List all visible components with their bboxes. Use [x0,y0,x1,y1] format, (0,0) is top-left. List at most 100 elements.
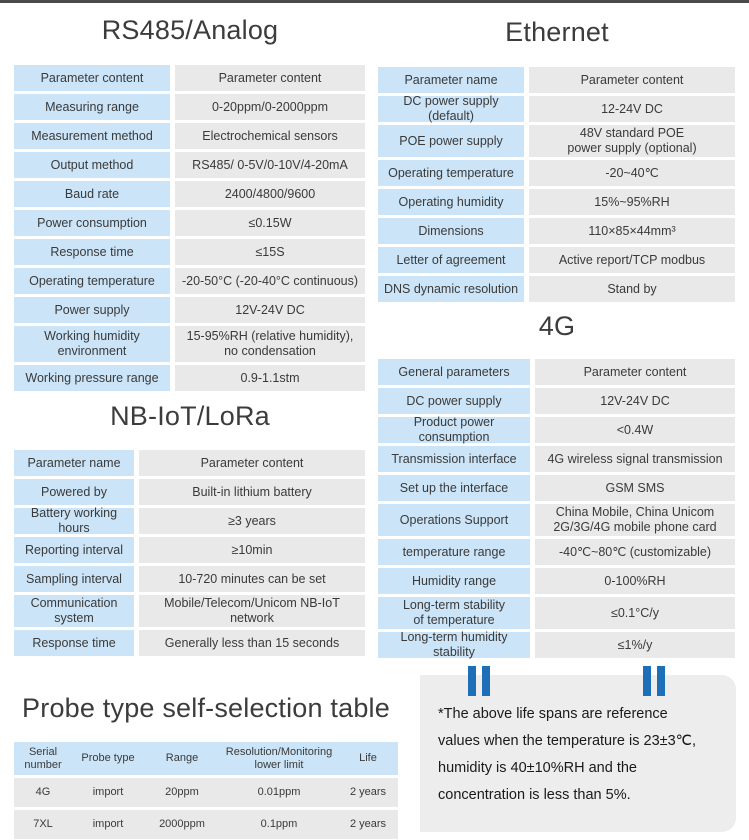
param-value-line2: power supply (optional) [567,141,697,155]
cell-range: 20ppm [165,786,199,799]
table-row: Operating temperature -20~40℃ [378,160,735,186]
section-title-probe: Probe type self-selection table [22,693,390,723]
param-key-line2: environment [57,344,127,358]
param-value: China Mobile, China Unicom 2G/3G/4G mobi… [535,504,735,536]
param-key: Baud rate [14,181,170,207]
param-key: Dimensions [378,218,524,244]
reference-note-card: *The above life spans are reference valu… [420,675,736,832]
param-value: ≤0.1°C/y [535,597,735,629]
param-value-line1: China Mobile, China Unicom [555,505,715,520]
section-title-rs485: RS485/Analog [101,15,279,45]
cell-resolution: 0.01ppm [257,786,301,799]
table-row: POE power supply 48V standard POE power … [378,125,735,157]
table-row: Operating humidity 15%~95%RH [378,189,735,215]
spec-table-ethernet: Parameter name Parameter content DC powe… [378,67,735,302]
param-key: Response time [14,630,134,656]
param-key: DNS dynamic resolution [378,276,524,302]
param-key: DC power supply [378,388,530,414]
param-key: temperature range [378,539,530,565]
param-value: Generally less than 15 seconds [139,630,365,656]
table-row: Set up the interface GSM SMS [378,475,735,501]
table-row: Power consumption ≤0.15W [14,210,365,236]
param-key-line1: Long-term stability [402,598,506,613]
column-header-probe-type: Probe type [81,752,135,765]
cell-serial-number: 4G [35,786,51,799]
spec-sheet-page: RS485/Analog Parameter content Parameter… [0,3,749,840]
param-key: POE power supply [378,125,524,157]
probe-type-table: Serial number Probe type Range Resolutio… [14,742,398,839]
param-key: Humidity range [378,568,530,594]
param-value: 10-720 minutes can be set [139,566,365,592]
param-value: ≥10min [139,537,365,563]
table-row: Battery working hours ≥3 years [14,506,365,535]
param-key: Working pressure range [14,365,170,391]
section-title-ethernet: Ethernet [505,17,609,47]
param-value: Mobile/Telecom/Unicom NB-IoT network [139,595,365,627]
param-key: Transmission interface [378,446,530,472]
param-key: Reporting interval [14,537,134,563]
param-value: 15%~95%RH [529,189,735,215]
param-value-line1: 48V standard POE [579,126,685,141]
param-value: -40℃~80℃ (customizable) [535,539,735,565]
table-row: Communication system Mobile/Telecom/Unic… [14,595,365,627]
column-header-resolution-line1: Resolution/Monitoring [225,745,333,758]
param-value: 12V-24V DC [175,297,365,323]
spec-table-nbiot: Parameter name Parameter content Powered… [14,450,365,656]
param-value-line2: 2G/3G/4G mobile phone card [553,520,717,534]
column-header-resolution: Resolution/Monitoring lower limit [220,742,338,775]
table-row: Output method RS485/ 0-5V/0-10V/4-20mA [14,152,365,178]
param-value: -20~40℃ [529,160,735,186]
param-key: Parameter name [14,450,134,476]
table-row: Power supply 12V-24V DC [14,297,365,323]
note-line-2: values when the temperature is 23±3℃, [438,732,696,749]
param-value: Electrochemical sensors [175,123,365,149]
table-row: Response time ≤15S [14,239,365,265]
param-value-line1: 15-95%RH (relative humidity), [186,329,354,344]
param-value: 12-24V DC [529,96,735,122]
param-key: Measurement method [14,123,170,149]
table-row: Parameter content Parameter content [14,65,365,91]
table-row: Baud rate 2400/4800/9600 [14,181,365,207]
quote-open-icon [468,666,490,696]
param-value: 12V-24V DC [535,388,735,414]
param-key: Long-term humidity stability [378,630,530,659]
param-key: Operating temperature [378,160,524,186]
param-value: 0.9-1.1stm [175,365,365,391]
column-header-life: Life [359,752,377,765]
table-row: 4G import 20ppm 0.01ppm 2 years [14,778,398,807]
table-row: Powered by Built-in lithium battery [14,479,365,505]
note-line-4: concentration is less than 5%. [438,786,631,803]
cell-probe-type: import [92,786,124,799]
param-key: Power consumption [14,210,170,236]
table-row: Sampling interval 10-720 minutes can be … [14,566,365,592]
param-key: DC power supply (default) [378,94,524,123]
param-key-line2: system [54,611,94,625]
param-value: Parameter content [175,65,365,91]
param-value: ≤1%/y [535,632,735,658]
column-header-serial-line2: number [24,758,62,771]
table-row: Parameter name Parameter content [14,450,365,476]
param-value: ≤0.15W [175,210,365,236]
param-key-line1: Working humidity [44,329,140,344]
param-key: Powered by [14,479,134,505]
table-row: Humidity range 0-100%RH [378,568,735,594]
param-key: Operations Support [378,504,530,536]
table-row: DC power supply (default) 12-24V DC [378,94,735,123]
table-row: Operations Support China Mobile, China U… [378,504,735,536]
column-header-range: Range [165,752,199,765]
param-value: <0.4W [535,417,735,443]
param-key: Parameter content [14,65,170,91]
table-header-row: Serial number Probe type Range Resolutio… [14,742,398,775]
param-value-line2: no condensation [224,344,316,358]
param-key: Working humidity environment [14,326,170,362]
table-row: Transmission interface 4G wireless signa… [378,446,735,472]
table-row: Parameter name Parameter content [378,67,735,93]
param-key: Output method [14,152,170,178]
cell-serial-number: 7XL [33,818,53,831]
spec-table-rs485: Parameter content Parameter content Meas… [14,65,365,391]
table-row: Dimensions 110×85×44mm³ [378,218,735,244]
section-title-4g: 4G [538,311,576,341]
column-header-serial-number: Serial number [14,742,72,775]
param-key: Product power consumption [378,415,530,444]
param-value: -20-50°C (-20-40°C continuous) [175,268,365,294]
